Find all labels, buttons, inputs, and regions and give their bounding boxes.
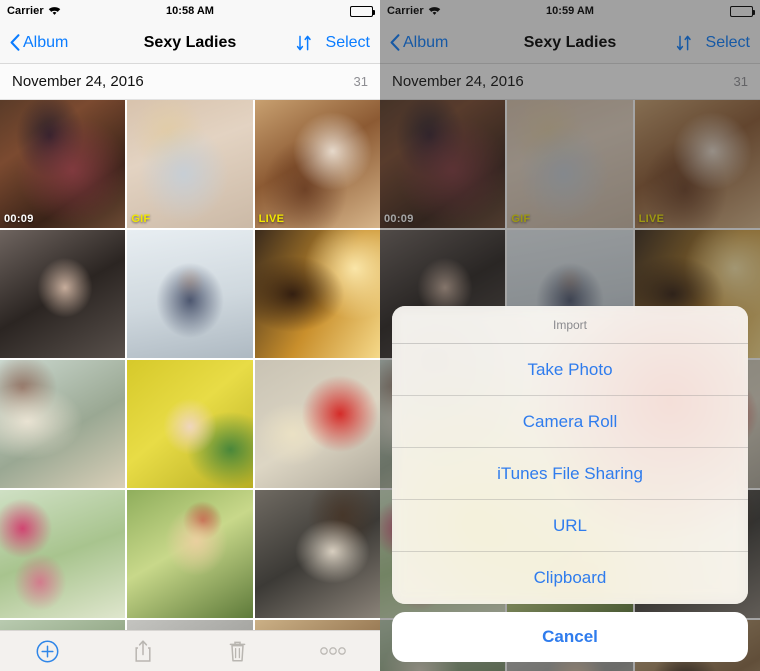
action-sheet-inner: Import Take Photo Camera Roll iTunes Fil… bbox=[392, 306, 748, 604]
share-button[interactable] bbox=[95, 639, 190, 663]
action-camera-roll[interactable]: Camera Roll bbox=[392, 396, 748, 448]
right-phone-panel: Carrier 10:59 AM Album Sexy Ladies Selec… bbox=[380, 0, 760, 671]
photo-cell[interactable] bbox=[127, 230, 253, 358]
status-bar-right bbox=[350, 5, 375, 17]
delete-button[interactable] bbox=[190, 640, 285, 663]
trash-icon bbox=[228, 640, 247, 663]
action-sheet-panel: Import Take Photo Camera Roll iTunes Fil… bbox=[392, 306, 748, 604]
back-label: Album bbox=[23, 33, 69, 51]
share-upload-icon bbox=[133, 639, 153, 663]
duration-badge: 00:09 bbox=[4, 213, 34, 225]
photo-cell[interactable] bbox=[127, 360, 253, 488]
back-to-album-button[interactable]: Album bbox=[10, 34, 68, 52]
import-action-sheet: Import Take Photo Camera Roll iTunes Fil… bbox=[392, 306, 748, 662]
photo-cell[interactable] bbox=[127, 490, 253, 618]
select-button[interactable]: Select bbox=[326, 34, 370, 52]
status-bar: Carrier 10:58 AM bbox=[0, 0, 380, 22]
photo-cell[interactable]: 00:09 bbox=[0, 100, 126, 228]
gif-badge: GIF bbox=[131, 213, 151, 225]
action-sheet-title: Import bbox=[392, 306, 748, 344]
status-time: 10:58 AM bbox=[166, 5, 214, 17]
navigation-actions: Select bbox=[296, 34, 370, 52]
photo-cell[interactable] bbox=[0, 490, 126, 618]
left-phone-panel: Carrier 10:58 AM Album Sexy Ladies Selec… bbox=[0, 0, 380, 671]
date-label: November 24, 2016 bbox=[12, 73, 144, 90]
photo-cell[interactable] bbox=[254, 490, 380, 618]
photo-cell[interactable] bbox=[254, 360, 380, 488]
add-photo-button[interactable] bbox=[0, 640, 95, 663]
photo-cell[interactable] bbox=[0, 230, 126, 358]
bottom-toolbar bbox=[0, 630, 380, 671]
photo-cell[interactable] bbox=[254, 230, 380, 358]
date-section-header: November 24, 2016 31 bbox=[0, 64, 380, 100]
photo-cell[interactable]: LIVE bbox=[254, 100, 380, 228]
action-clipboard[interactable]: Clipboard bbox=[392, 552, 748, 604]
live-badge: LIVE bbox=[258, 213, 285, 225]
cancel-button[interactable]: Cancel bbox=[392, 612, 748, 662]
action-take-photo[interactable]: Take Photo bbox=[392, 344, 748, 396]
action-sheet-content: Import Take Photo Camera Roll iTunes Fil… bbox=[392, 306, 748, 604]
plus-circle-icon bbox=[36, 640, 59, 663]
screenshot-stage: Carrier 10:58 AM Album Sexy Ladies Selec… bbox=[0, 0, 760, 671]
navigation-bar: Album Sexy Ladies Select bbox=[0, 22, 380, 64]
photo-grid: 00:09 GIF LIVE bbox=[0, 100, 380, 671]
action-url[interactable]: URL bbox=[392, 500, 748, 552]
photo-count: 31 bbox=[353, 74, 368, 89]
more-options-button[interactable] bbox=[285, 646, 380, 656]
more-dots-icon bbox=[319, 646, 347, 656]
photo-cell[interactable]: GIF bbox=[127, 100, 253, 228]
photo-cell[interactable] bbox=[0, 360, 126, 488]
chevron-left-icon bbox=[10, 34, 20, 51]
sort-arrows-icon[interactable] bbox=[296, 34, 312, 52]
action-itunes-file-sharing[interactable]: iTunes File Sharing bbox=[392, 448, 748, 500]
battery-full-icon bbox=[350, 5, 375, 17]
